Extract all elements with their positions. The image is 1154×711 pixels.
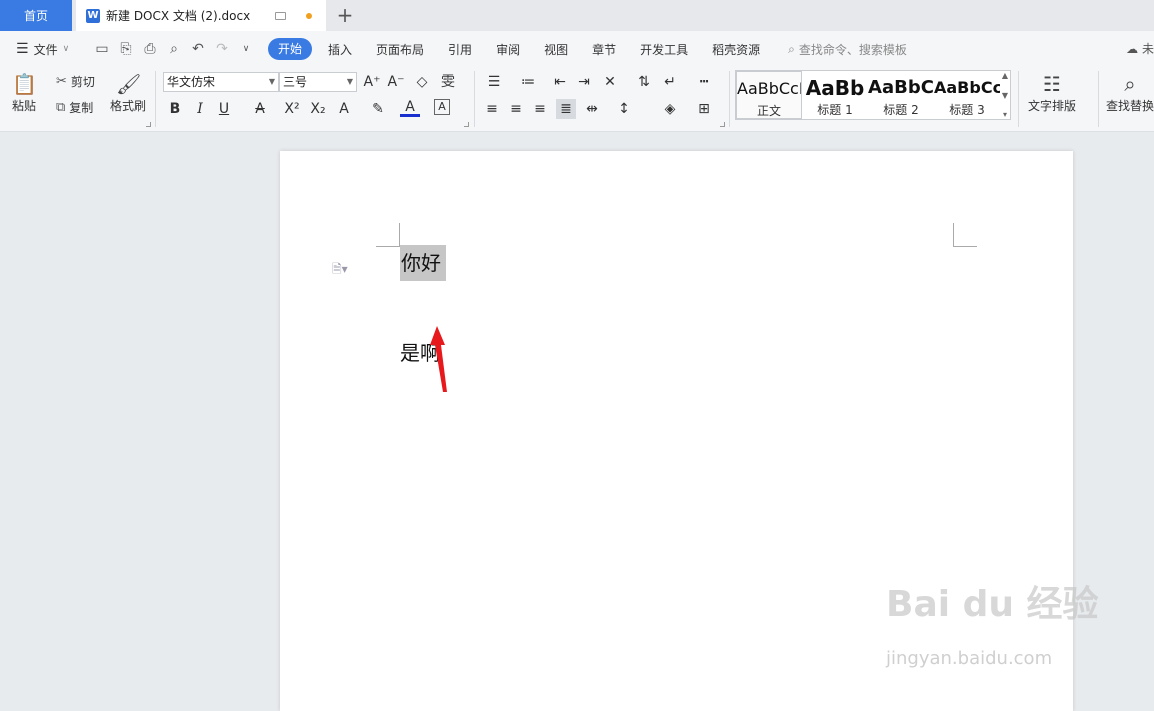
watermark-logo: Bai du 经验 xyxy=(886,584,1099,625)
arrow-shape xyxy=(430,326,447,392)
watermark-url: jingyan.baidu.com xyxy=(886,648,1053,669)
